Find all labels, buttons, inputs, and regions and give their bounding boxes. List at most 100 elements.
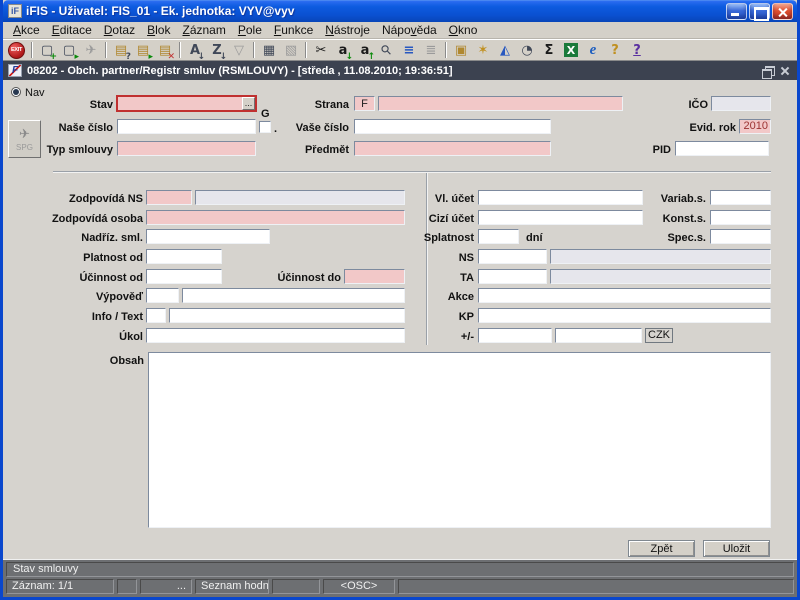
- vase-cislo-input[interactable]: [354, 119, 551, 134]
- toolbar-separator: [105, 42, 107, 58]
- strana-name-input[interactable]: [378, 96, 623, 111]
- execute-query-icon[interactable]: ▤▸: [132, 41, 154, 60]
- vypoved-text-input[interactable]: [182, 288, 405, 303]
- ta-label: TA: [383, 271, 474, 286]
- exit-button[interactable]: EXIT: [8, 42, 25, 59]
- menu-nastroje[interactable]: Nástroje: [319, 23, 376, 37]
- tree-navigator-icon[interactable]: ≣: [420, 41, 442, 60]
- vl-ucet-label: Vl. účet: [383, 192, 474, 207]
- obsah-label: Obsah: [27, 354, 144, 369]
- nav-radio[interactable]: [11, 87, 21, 97]
- cut-icon[interactable]: ✂: [310, 41, 332, 60]
- menu-blok[interactable]: Blok: [141, 23, 176, 37]
- pid-input[interactable]: [675, 141, 769, 156]
- nadriz-sml-input[interactable]: [146, 229, 270, 244]
- strana-code-input[interactable]: [354, 96, 375, 111]
- currency-badge: CZK: [645, 328, 673, 343]
- maximize-button[interactable]: [749, 3, 770, 20]
- spec-s-input[interactable]: [710, 229, 771, 244]
- splatnost-input[interactable]: [478, 229, 519, 244]
- menu-napoveda[interactable]: Nápověda: [376, 23, 443, 37]
- help-icon[interactable]: ?: [626, 41, 648, 60]
- status-bar: Stav smlouvy Záznam: 1/1 ... Seznam hodn…: [3, 559, 797, 597]
- print-preview-icon[interactable]: ▧: [280, 41, 302, 60]
- obsah-textarea[interactable]: [148, 352, 771, 528]
- consultation-icon[interactable]: ?: [604, 41, 626, 60]
- export-excel-icon[interactable]: X: [560, 41, 582, 60]
- duplicate-record-icon[interactable]: ▢▸: [58, 41, 80, 60]
- nadriz-sml-label: Nadříz. sml.: [26, 231, 143, 246]
- stav-label: Stav: [43, 98, 113, 113]
- ucinnost-od-label: Účinnost od: [26, 271, 143, 286]
- minimize-button[interactable]: [726, 3, 747, 20]
- ifis-form-icon: F: [8, 64, 22, 77]
- info-text-input[interactable]: [169, 308, 405, 323]
- typ-smlouvy-label: Typ smlouvy: [33, 143, 113, 158]
- zodpovida-osoba-input[interactable]: [146, 210, 405, 225]
- vypoved-label: Výpověď: [26, 290, 143, 305]
- copy-icon[interactable]: a↓: [332, 41, 354, 60]
- ucinnost-od-input[interactable]: [146, 269, 222, 284]
- sort-descending-icon[interactable]: Z↓: [206, 41, 228, 60]
- stav-input[interactable]: [117, 96, 256, 111]
- horizontal-divider: [53, 171, 771, 173]
- vypoved-kod-input[interactable]: [146, 288, 179, 303]
- ta-input[interactable]: [478, 269, 547, 284]
- ns-input[interactable]: [478, 249, 547, 264]
- toolbar-separator: [305, 42, 307, 58]
- menu-funkce[interactable]: Funkce: [268, 23, 319, 37]
- cancel-query-icon[interactable]: ▤✕: [154, 41, 176, 60]
- deadlines-icon[interactable]: ◔: [516, 41, 538, 60]
- ukol-label: Úkol: [26, 330, 143, 345]
- menu-okno[interactable]: Okno: [443, 23, 484, 37]
- print-icon[interactable]: ▦: [258, 41, 280, 60]
- ukol-input[interactable]: [146, 328, 405, 343]
- send-message-icon[interactable]: ✈: [80, 41, 102, 60]
- menu-pole[interactable]: Pole: [232, 23, 268, 37]
- ns-name-field: [550, 249, 771, 264]
- kp-input[interactable]: [478, 308, 771, 323]
- list-records-icon[interactable]: ≡: [398, 41, 420, 60]
- save-button[interactable]: Uložit: [703, 540, 770, 557]
- olap-icon[interactable]: ◭: [494, 41, 516, 60]
- paste-icon[interactable]: a↑: [354, 41, 376, 60]
- filter-icon[interactable]: ▽: [228, 41, 250, 60]
- dni-label: dní: [526, 231, 556, 246]
- form-window-titlebar: F 08202 - Obch. partner/Registr smluv (R…: [3, 61, 797, 80]
- info-text-label: Info / Text: [26, 310, 143, 325]
- strana-label: Strana: [283, 98, 349, 113]
- status-cell-7: [398, 579, 794, 594]
- menu-editace[interactable]: Editace: [46, 23, 98, 37]
- g-checkbox[interactable]: [259, 121, 271, 133]
- find-icon[interactable]: ⚲: [376, 41, 398, 60]
- zodpovida-ns-input[interactable]: [146, 190, 192, 205]
- enter-query-icon[interactable]: ▤?: [110, 41, 132, 60]
- platnost-od-label: Platnost od: [26, 251, 143, 266]
- info-kod-input[interactable]: [146, 308, 166, 323]
- platnost-od-input[interactable]: [146, 249, 222, 264]
- sort-ascending-icon[interactable]: A↓: [184, 41, 206, 60]
- evid-rok-field: 2010: [739, 119, 771, 134]
- web-icon[interactable]: e: [582, 41, 604, 60]
- nase-cislo-input[interactable]: [117, 119, 256, 134]
- akce-input[interactable]: [478, 288, 771, 303]
- vase-cislo-label: Vaše číslo: [283, 121, 349, 136]
- sums-icon[interactable]: Σ: [538, 41, 560, 60]
- castka1-input[interactable]: [478, 328, 552, 343]
- form-close-icon[interactable]: [778, 65, 792, 77]
- insert-record-icon[interactable]: ▢+: [36, 41, 58, 60]
- menu-zaznam[interactable]: Záznam: [176, 23, 231, 37]
- castka2-input[interactable]: [555, 328, 642, 343]
- menu-dotaz[interactable]: Dotaz: [98, 23, 141, 37]
- close-button[interactable]: [772, 3, 793, 20]
- attachments-icon[interactable]: ▣: [450, 41, 472, 60]
- services-icon[interactable]: ✶: [472, 41, 494, 60]
- back-button[interactable]: Zpět: [628, 540, 695, 557]
- form-restore-icon[interactable]: [760, 65, 774, 77]
- variab-s-input[interactable]: [710, 190, 771, 205]
- predmet-input[interactable]: [354, 141, 551, 156]
- menu-akce[interactable]: Akce: [7, 23, 46, 37]
- stav-lov-button[interactable]: ...: [242, 97, 255, 110]
- typ-smlouvy-input[interactable]: [117, 141, 256, 156]
- konst-s-input[interactable]: [710, 210, 771, 225]
